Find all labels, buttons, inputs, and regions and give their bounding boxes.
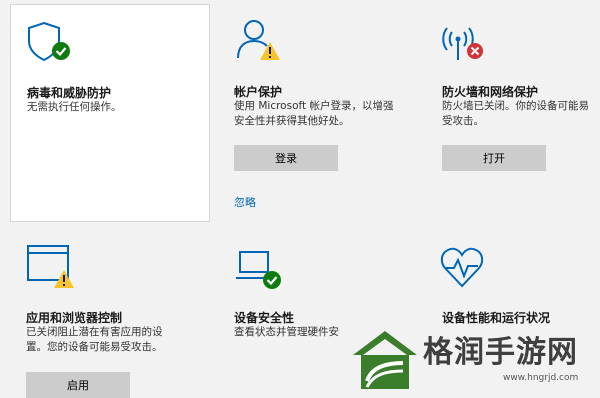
virus-tile-title: 病毒和威胁防护 [27,86,112,100]
firewall-tile-title: 防火墙和网络保护 [442,85,539,99]
wifi-error-icon [442,27,483,60]
app-window-warning-icon [27,245,74,288]
account-tile-description-line2: 安全性并获得其他好处。 [234,115,350,127]
account-warning-icon [237,20,280,60]
firewall-tile-description-line2: 受攻击。 [442,115,484,127]
watermark-site-name: 格润手游网 [423,335,578,370]
app-browser-tile-title: 应用和浏览器控制 [26,311,123,325]
app-browser-tile-description-line2: 置。您的设备可能易受攻击。 [26,341,163,353]
sign-in-button[interactable]: 登录 [234,145,338,171]
device-security-tile-title: 设备安全性 [234,311,295,325]
device-security-tile-description: 查看状态并管理硬件安 [234,326,339,338]
laptop-check-icon [236,251,281,289]
device-health-tile[interactable]: 设备性能和运行状况 [438,236,600,326]
virus-tile-description: 无需执行任何操作。 [27,101,122,113]
device-security-tile[interactable]: 设备安全性 查看状态并管理硬件安 [224,236,364,391]
app-browser-tile-description-line1: 已关闭阻止潜在有害应用的设 [26,326,163,338]
firewall-tile-description-line1: 防火墙已关闭。你的设备可能易 [442,100,589,112]
account-tile-description-line1: 使用 Microsoft 帐户登录，以增强 [234,100,394,112]
app-browser-control-tile[interactable]: 应用和浏览器控制 已关闭阻止潜在有害应用的设 置。您的设备可能易受攻击。 启用 [10,236,210,398]
site-watermark: 格润手游网 www.hngrjd.com [345,323,600,391]
firewall-network-tile[interactable]: 防火墙和网络保护 防火墙已关闭。你的设备可能易 受攻击。 打开 [438,4,600,222]
account-tile-title: 帐户保护 [234,85,283,99]
watermark-logo [353,331,417,389]
dismiss-link[interactable]: 忽略 [234,194,256,210]
turn-on-firewall-button[interactable]: 打开 [442,145,546,171]
account-protection-tile[interactable]: 帐户保护 使用 Microsoft 帐户登录，以增强 安全性并获得其他好处。 登… [224,4,424,222]
watermark-site-url: www.hngrjd.com [503,373,579,383]
virus-threat-protection-tile[interactable]: 病毒和威胁防护 无需执行任何操作。 [10,4,210,222]
shield-check-icon [28,21,70,62]
heart-pulse-icon [440,247,484,288]
enable-button[interactable]: 启用 [26,372,130,398]
